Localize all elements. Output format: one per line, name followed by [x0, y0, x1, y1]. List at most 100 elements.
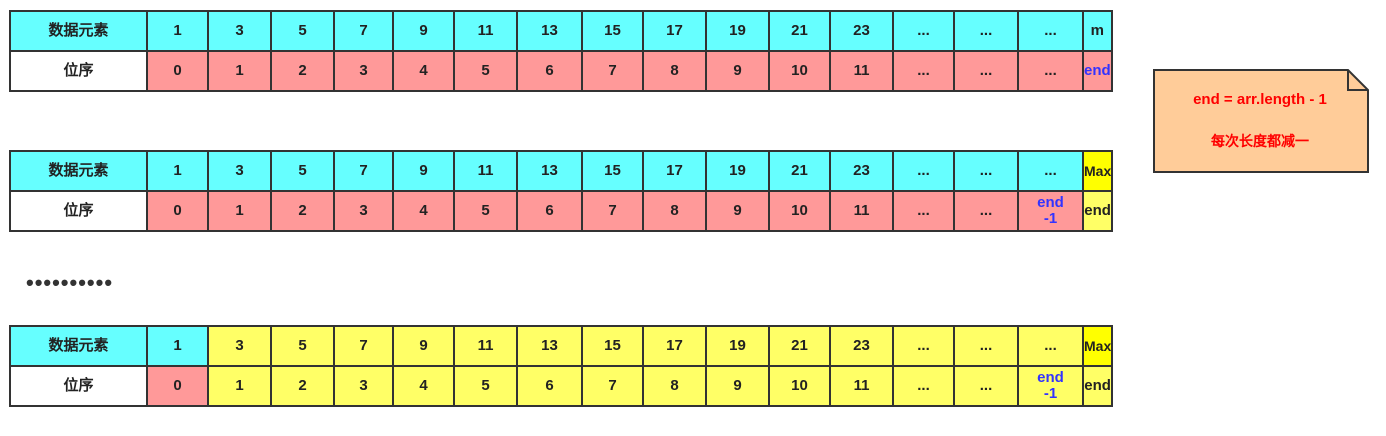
index-cell: ... [1017, 50, 1084, 92]
array-table-final: 数据元素 1 3 5 7 9 11 13 15 17 19 21 23 ... … [9, 325, 1114, 407]
ellipsis-dots: •••••••••• [26, 270, 114, 295]
data-cell: 19 [705, 150, 770, 192]
data-cell: 3 [207, 325, 272, 367]
end-index-cell: end [1081, 365, 1114, 407]
data-cell: ... [953, 150, 1019, 192]
data-cell: 19 [705, 10, 770, 52]
index-cell: 11 [829, 50, 894, 92]
index-cell: ... [892, 50, 955, 92]
index-row: 位序 0 1 2 3 4 5 6 7 8 9 10 11 ... ... end… [9, 365, 1114, 407]
index-cell: 3 [333, 365, 394, 407]
data-cell: 17 [642, 325, 707, 367]
index-cell: 3 [333, 190, 394, 232]
index-cell: ... [953, 50, 1019, 92]
data-cell: ... [892, 325, 955, 367]
index-cell: 3 [333, 50, 394, 92]
index-cell: 0 [146, 365, 209, 407]
data-cell: 1 [146, 10, 209, 52]
index-cell: 2 [270, 50, 335, 92]
index-cell: 1 [207, 365, 272, 407]
index-cell: 5 [453, 50, 518, 92]
data-cell: 17 [642, 150, 707, 192]
data-cell: 21 [768, 10, 831, 52]
data-cell: 11 [453, 150, 518, 192]
array-table-initial: 数据元素 1 3 5 7 9 11 13 15 17 19 21 23 ... … [9, 10, 1113, 92]
data-cell: 9 [392, 10, 455, 52]
data-cell: 9 [392, 325, 455, 367]
index-cell: 0 [146, 50, 209, 92]
data-cell: 1 [146, 325, 209, 367]
data-cell: 5 [270, 325, 335, 367]
row-header-data: 数据元素 [9, 150, 148, 192]
index-cell: ... [892, 365, 955, 407]
data-row: 数据元素 1 3 5 7 9 11 13 15 17 19 21 23 ... … [9, 150, 1114, 192]
data-cell: 17 [642, 10, 707, 52]
data-cell: 13 [516, 325, 583, 367]
end-minus-one-cell: end -1 [1017, 365, 1084, 407]
max-data-cell: Max [1081, 325, 1114, 367]
index-cell: ... [953, 190, 1019, 232]
index-cell: 9 [705, 50, 770, 92]
index-cell: 5 [453, 190, 518, 232]
index-cell: 7 [581, 50, 644, 92]
index-cell: 5 [453, 365, 518, 407]
data-cell: 13 [516, 10, 583, 52]
data-cell: ... [1017, 325, 1084, 367]
data-row: 数据元素 1 3 5 7 9 11 13 15 17 19 21 23 ... … [9, 10, 1113, 52]
index-cell: 2 [270, 190, 335, 232]
index-row: 位序 0 1 2 3 4 5 6 7 8 9 10 11 ... ... end… [9, 190, 1114, 232]
array-table-pass-one: 数据元素 1 3 5 7 9 11 13 15 17 19 21 23 ... … [9, 150, 1114, 232]
index-cell: 6 [516, 365, 583, 407]
note-shape [1153, 69, 1369, 173]
index-cell: 10 [768, 365, 831, 407]
data-cell: 11 [453, 325, 518, 367]
index-cell: 9 [705, 190, 770, 232]
data-cell: ... [1017, 150, 1084, 192]
data-cell: 23 [829, 150, 894, 192]
end-index-cell: end [1082, 50, 1113, 92]
index-cell: 10 [768, 50, 831, 92]
row-header-index: 位序 [9, 190, 148, 232]
data-cell: ... [953, 325, 1019, 367]
index-cell: 11 [829, 365, 894, 407]
index-cell: 4 [392, 50, 455, 92]
index-cell: 6 [516, 190, 583, 232]
index-cell: 6 [516, 50, 583, 92]
data-cell: 19 [705, 325, 770, 367]
index-cell: 1 [207, 190, 272, 232]
index-cell: 4 [392, 365, 455, 407]
data-cell: 15 [581, 10, 644, 52]
data-cell: 7 [333, 150, 394, 192]
data-cell: 5 [270, 150, 335, 192]
data-cell: 3 [207, 10, 272, 52]
data-cell: 15 [581, 325, 644, 367]
data-cell: 13 [516, 150, 583, 192]
row-header-index: 位序 [9, 365, 148, 407]
data-cell: 5 [270, 10, 335, 52]
index-cell: 1 [207, 50, 272, 92]
data-cell: 23 [829, 10, 894, 52]
end-index-cell: end [1081, 190, 1114, 232]
index-cell: 2 [270, 365, 335, 407]
index-cell: 7 [581, 365, 644, 407]
index-row: 位序 0 1 2 3 4 5 6 7 8 9 10 11 ... ... ...… [9, 50, 1113, 92]
row-header-index: 位序 [9, 50, 148, 92]
row-header-data: 数据元素 [9, 325, 148, 367]
data-cell: ... [1017, 10, 1084, 52]
data-cell: 21 [768, 325, 831, 367]
index-cell: ... [892, 190, 955, 232]
index-cell: 0 [146, 190, 209, 232]
index-cell: 9 [705, 365, 770, 407]
data-cell: 7 [333, 10, 394, 52]
index-cell: ... [953, 365, 1019, 407]
data-cell: ... [892, 150, 955, 192]
index-cell: 11 [829, 190, 894, 232]
data-cell: 3 [207, 150, 272, 192]
data-cell: 23 [829, 325, 894, 367]
note-formula: end = arr.length - 1 [1193, 91, 1327, 108]
index-cell: 8 [642, 50, 707, 92]
max-data-cell: Max [1081, 150, 1114, 192]
note-callout: end = arr.length - 1 每次长度都减一 [1153, 69, 1369, 173]
index-cell: 8 [642, 365, 707, 407]
last-data-cell: m [1082, 10, 1113, 52]
